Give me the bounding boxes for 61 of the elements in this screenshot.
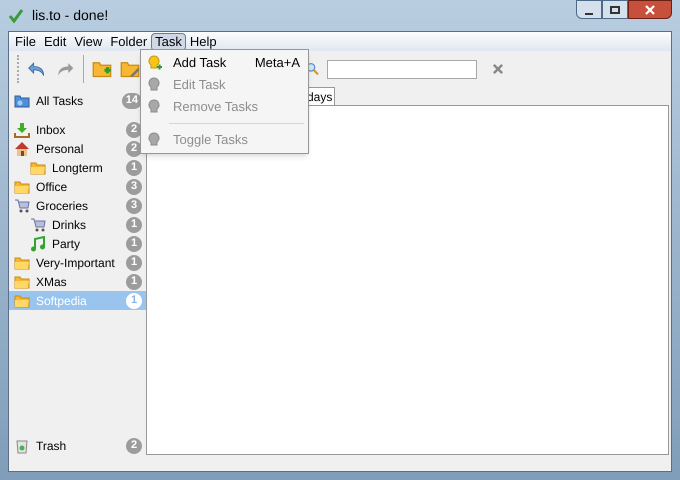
folder-label: Very-Important — [36, 254, 116, 272]
download-tray-icon — [14, 122, 30, 138]
minimize-button[interactable] — [576, 0, 602, 19]
menu-item[interactable]: Help — [186, 32, 221, 50]
count-badge: 3 — [126, 178, 142, 194]
count-badge: 1 — [126, 254, 142, 270]
folder-icon — [14, 94, 30, 108]
folder-label: XMas — [36, 274, 68, 290]
lightbulb-icon — [146, 99, 162, 115]
close-button[interactable] — [628, 0, 672, 19]
menu-item[interactable]: Folder — [106, 32, 152, 50]
sidebar-list-item[interactable]: Office 3 — [9, 177, 146, 196]
count-badge: 1 — [126, 274, 142, 290]
sidebar-list-item[interactable]: Longterm 1 — [9, 158, 146, 177]
checkmark-icon — [8, 8, 24, 24]
folder-label: Longterm — [52, 160, 104, 176]
count-badge: 1 — [126, 292, 142, 308]
count-badge: 2 — [126, 438, 142, 454]
cart-icon — [14, 198, 30, 214]
folder-label: Softpedia — [36, 292, 88, 310]
sidebar-list-item[interactable]: Drinks 1 — [9, 215, 146, 234]
folder-label: Drinks — [52, 216, 88, 234]
lightbulb-icon — [146, 132, 162, 148]
close-icon — [645, 4, 655, 14]
folder-label: Personal — [36, 140, 84, 158]
maximize-button[interactable] — [602, 0, 628, 19]
folder-icon — [14, 294, 30, 308]
count-badge: 14 — [122, 92, 142, 108]
menu-option[interactable]: Add Task Meta+A — [141, 52, 308, 74]
search-field[interactable] — [327, 60, 478, 78]
folder-label: Inbox — [36, 122, 66, 138]
sidebar-list-item[interactable]: Groceries 3 — [9, 196, 146, 215]
count-badge: 1 — [126, 160, 142, 176]
menu-item[interactable]: View — [70, 32, 106, 50]
count-badge: 3 — [126, 198, 142, 214]
count-badge: 1 — [126, 216, 142, 232]
lightbulb-icon — [146, 77, 162, 93]
folder-label: Office — [36, 178, 68, 196]
folder-icon — [14, 180, 30, 194]
folder-label: Trash — [36, 438, 68, 454]
sidebar-list-item[interactable]: Very-Important 1 — [9, 253, 146, 272]
folder-icon — [14, 274, 30, 288]
sidebar-list-item[interactable]: Party 1 — [9, 234, 146, 253]
menu-item[interactable]: Task — [151, 32, 186, 50]
music-note-icon — [30, 236, 46, 252]
sidebar-list-item[interactable]: XMas 1 — [9, 272, 146, 291]
clear-icon[interactable] — [493, 63, 504, 75]
folder-label: Party — [52, 236, 82, 252]
folder-label: All Tasks — [36, 92, 84, 110]
sidebar-list-item[interactable]: Trash 2 — [9, 436, 146, 455]
house-icon — [14, 140, 30, 156]
menu-item[interactable]: Edit — [40, 32, 70, 50]
menu-item[interactable]: File — [11, 32, 40, 50]
count-badge: 1 — [126, 236, 142, 252]
folder-icon — [30, 160, 46, 174]
folder-label: Groceries — [36, 198, 90, 214]
lightbulb-icon — [146, 55, 162, 71]
cart-icon — [30, 216, 46, 232]
folder-icon — [14, 256, 30, 270]
window-title: lis.to - done! — [32, 6, 108, 25]
trash-can-icon — [15, 438, 29, 454]
